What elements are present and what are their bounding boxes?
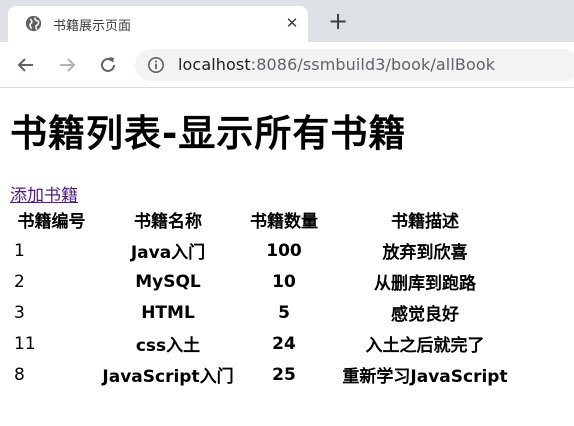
table-row: 3 HTML 5 感觉良好 [10, 297, 525, 328]
address-bar[interactable]: localhost:8086/ssmbuild3/book/allBook [135, 49, 574, 81]
table-row: 11 css入土 24 入土之后就完了 [10, 328, 525, 359]
cell-book-id: 2 [14, 271, 25, 292]
page-title: 书籍列表-显示所有书籍 [10, 112, 407, 155]
globe-icon [25, 15, 42, 32]
cell-book-detail: 入土之后就完了 [365, 336, 485, 356]
cell-book-detail: 放弃到欣喜 [382, 243, 468, 263]
cell-book-id: 11 [14, 333, 36, 354]
cell-book-id: 3 [14, 302, 25, 323]
plus-icon[interactable]: + [326, 9, 350, 33]
header-book-detail: 书籍描述 [391, 212, 459, 232]
table-row: 8 JavaScript入门 25 重新学习JavaScript [10, 359, 525, 390]
add-book-link[interactable]: 添加书籍 [10, 181, 78, 206]
cell-book-count: 24 [272, 333, 296, 354]
reload-icon[interactable] [96, 53, 120, 77]
books-table: 书籍编号 书籍名称 书籍数量 书籍描述 1 Java入门 100 放弃到欣喜 2… [10, 204, 525, 390]
cell-book-name: MySQL [135, 271, 201, 292]
cell-book-detail: 感觉良好 [391, 305, 459, 325]
header-book-name: 书籍名称 [134, 212, 202, 232]
browser-tab[interactable]: 书籍展示页面 ✕ [8, 6, 308, 42]
cell-book-count: 10 [272, 271, 296, 292]
info-icon[interactable] [147, 56, 165, 74]
url-host: localhost [178, 55, 251, 74]
close-icon[interactable]: ✕ [282, 13, 302, 33]
cell-book-count: 25 [272, 364, 296, 385]
header-book-id: 书籍编号 [17, 212, 86, 232]
cell-book-detail: 从删库到跑路 [374, 274, 476, 294]
tab-strip: 书籍展示页面 ✕ + [0, 0, 574, 42]
page-content: 书籍列表-显示所有书籍 添加书籍 书籍编号 书籍名称 书籍数量 书籍描述 1 J… [0, 89, 574, 426]
cell-book-count: 100 [266, 240, 302, 261]
cell-book-detail: 重新学习JavaScript [342, 367, 508, 387]
cell-book-name: HTML [141, 302, 195, 323]
cell-book-count: 5 [278, 302, 290, 323]
cell-book-name: Java入门 [130, 243, 206, 263]
back-arrow-icon[interactable] [14, 53, 38, 77]
forward-arrow-icon[interactable] [55, 53, 79, 77]
cell-book-name: css入土 [135, 336, 201, 356]
table-header-row: 书籍编号 书籍名称 书籍数量 书籍描述 [10, 204, 525, 235]
url-text[interactable]: localhost:8086/ssmbuild3/book/allBook [178, 55, 495, 74]
url-path: :8086/ssmbuild3/book/allBook [250, 55, 496, 74]
cell-book-id: 1 [14, 240, 25, 261]
table-row: 2 MySQL 10 从删库到跑路 [10, 266, 525, 297]
cell-book-name: JavaScript入门 [102, 367, 234, 387]
browser-toolbar: localhost:8086/ssmbuild3/book/allBook [0, 42, 574, 88]
cell-book-id: 8 [14, 364, 25, 385]
tab-title: 书籍展示页面 [53, 19, 132, 34]
table-row: 1 Java入门 100 放弃到欣喜 [10, 235, 525, 266]
header-book-count: 书籍数量 [250, 212, 318, 232]
